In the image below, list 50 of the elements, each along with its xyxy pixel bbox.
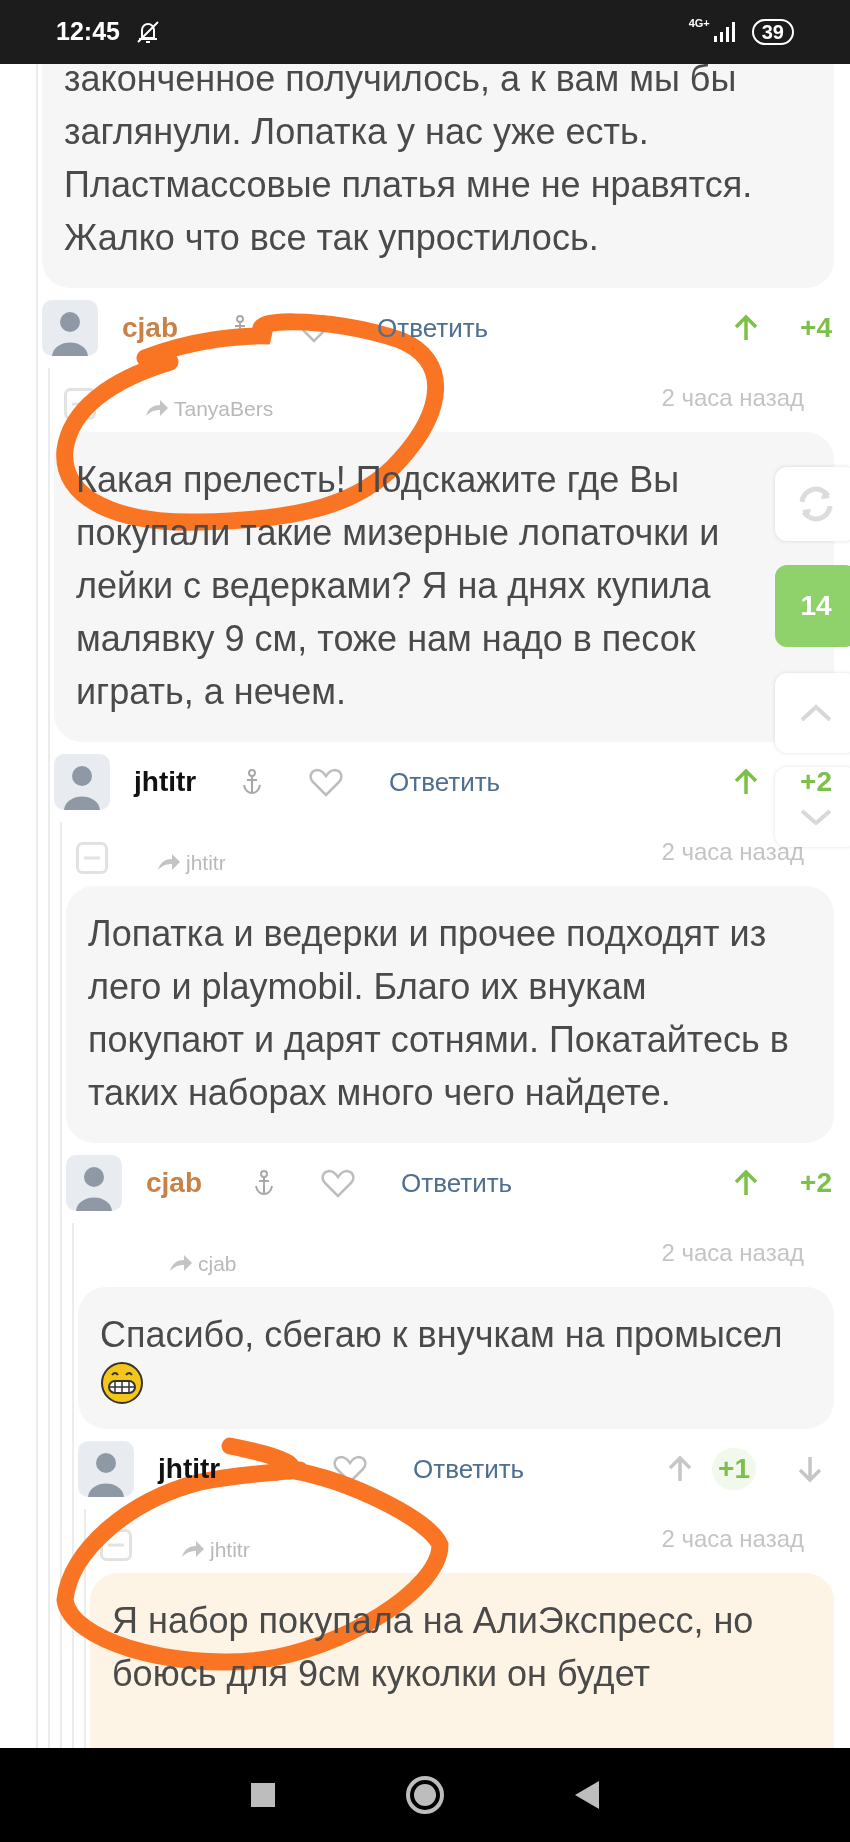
rating: +4 bbox=[800, 311, 832, 345]
avatar[interactable] bbox=[54, 754, 110, 810]
reply-link[interactable]: Ответить bbox=[413, 1449, 525, 1489]
avatar[interactable] bbox=[66, 1155, 122, 1211]
comment-time: 2 часа назад bbox=[661, 1524, 804, 1554]
comment-time: 2 часа назад bbox=[661, 837, 804, 867]
rating: +2 bbox=[800, 1166, 832, 1200]
downvote-arrow-icon[interactable] bbox=[796, 1455, 824, 1483]
comment-text: законченное получилось, а к вам мы бы заглянули. Лопатка у нас уже есть. Пластмассовые платья мне не нравятся. Жалко что все так упростилось. bbox=[64, 57, 754, 260]
network-label: 4G+ bbox=[688, 18, 710, 29]
reply-arrow-icon bbox=[168, 1253, 194, 1274]
home-button[interactable] bbox=[405, 1775, 445, 1815]
author-name[interactable]: jhtitr bbox=[134, 761, 230, 803]
rating: +2 bbox=[800, 765, 832, 799]
refresh-button[interactable] bbox=[775, 467, 850, 541]
comment-count-badge[interactable]: 14 bbox=[775, 565, 850, 647]
battery-indicator: 39 bbox=[751, 19, 794, 45]
reply-link[interactable]: Ответить bbox=[377, 308, 489, 348]
comment-time: 2 часа назад bbox=[661, 383, 804, 413]
reply-link[interactable]: Ответить bbox=[401, 1163, 513, 1203]
author-name[interactable]: cjab bbox=[146, 1162, 242, 1204]
heart-icon[interactable] bbox=[309, 767, 343, 797]
chevron-down-icon bbox=[799, 809, 833, 825]
comment-text: Лопатка и ведерки и прочее подходят из лего и playmobil. Благо их внукам покупают и дарят сотнями. Покатайтесь в таких наборах много чего найдете. bbox=[88, 912, 790, 1115]
reply-link[interactable]: Ответить bbox=[389, 762, 501, 802]
back-button[interactable] bbox=[575, 1781, 599, 1809]
reply-to-link[interactable]: jhtitr bbox=[180, 1533, 250, 1565]
scroll-down-button[interactable] bbox=[775, 767, 850, 847]
reply-to-link[interactable]: jhtitr bbox=[156, 846, 226, 878]
comment-time: 2 часа назад bbox=[661, 1238, 804, 1268]
reply-arrow-icon bbox=[144, 398, 170, 419]
comment-text: Спасибо, сбегаю к внучкам на промысел bbox=[100, 1313, 784, 1357]
avatar[interactable] bbox=[78, 1441, 134, 1497]
chevron-up-icon bbox=[799, 703, 833, 723]
signal-icon bbox=[711, 20, 738, 44]
author-name[interactable]: cjab bbox=[122, 307, 218, 349]
reply-arrow-icon bbox=[180, 1539, 206, 1560]
clock: 12:45 bbox=[56, 16, 120, 48]
reply-to-link[interactable]: cjab bbox=[168, 1247, 237, 1279]
avatar[interactable] bbox=[42, 300, 98, 356]
scroll-up-button[interactable] bbox=[775, 673, 850, 753]
collapse-icon[interactable] bbox=[64, 388, 96, 420]
rating: +1 bbox=[712, 1448, 756, 1490]
collapse-icon[interactable] bbox=[76, 842, 108, 874]
heart-icon[interactable] bbox=[321, 1168, 355, 1198]
reply-arrow-icon bbox=[156, 852, 182, 873]
author-name[interactable]: jhtitr bbox=[158, 1448, 254, 1490]
grinning-emoji-icon bbox=[100, 1361, 144, 1405]
collapse-icon[interactable] bbox=[100, 1529, 132, 1561]
reply-to-link[interactable]: TanyaBers bbox=[144, 392, 274, 424]
